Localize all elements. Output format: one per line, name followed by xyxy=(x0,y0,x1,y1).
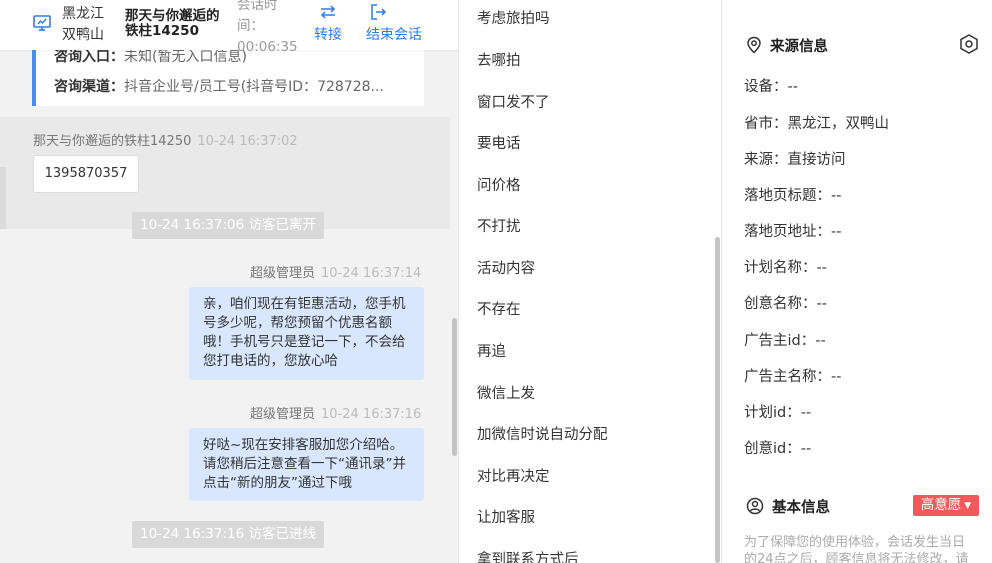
agent-message-header: 超级管理员 10-24 16:37:16 xyxy=(250,403,421,422)
quick-reply-item[interactable]: 窗口发不了 xyxy=(477,93,550,113)
field-label: 创意名称： xyxy=(744,296,817,312)
field-value: -- xyxy=(816,260,827,276)
transfer-button[interactable]: 转接 xyxy=(309,2,347,46)
duration-label: 会话时间： xyxy=(237,0,278,34)
visitor-message-time: 10-24 16:37:02 xyxy=(197,134,298,149)
source-field-plan-name: 计划名称：-- xyxy=(744,258,827,278)
duration-value: 00:06:35 xyxy=(237,39,298,55)
end-session-label: 结束会话 xyxy=(366,27,422,43)
quick-reply-item[interactable]: 再追 xyxy=(477,342,506,362)
field-label: 计划id： xyxy=(744,405,801,421)
chat-pane: 黑龙江 双鸭山 那天与你邂逅的铁柱14250 会话时间： 00:06:35 转接… xyxy=(0,0,458,563)
intent-tag-label: 高意愿 xyxy=(920,497,962,513)
consult-entry-label: 咨询入口： xyxy=(54,49,124,65)
quick-reply-item[interactable]: 让加客服 xyxy=(477,508,535,528)
location-province: 黑龙江 xyxy=(62,6,104,22)
transfer-icon xyxy=(309,2,347,24)
source-field-advertiser-id: 广告主id：-- xyxy=(744,331,826,351)
source-info-title: 来源信息 xyxy=(746,35,828,58)
eye-icon[interactable] xyxy=(958,33,980,55)
field-value: -- xyxy=(831,369,842,385)
quick-reply-item[interactable]: 不存在 xyxy=(477,300,521,320)
intent-level-dropdown[interactable]: 高意愿 ▼ xyxy=(913,495,979,516)
quick-reply-item[interactable]: 对比再决定 xyxy=(477,467,550,487)
quick-reply-item[interactable]: 问价格 xyxy=(477,176,521,196)
field-value: -- xyxy=(831,224,842,240)
visitor-name: 那天与你邂逅的铁柱14250 xyxy=(125,8,220,39)
source-field-creative-id: 创意id：-- xyxy=(744,439,811,459)
chat-scrollbar[interactable] xyxy=(452,318,457,456)
agent-message-time: 10-24 16:37:14 xyxy=(321,266,422,281)
chat-workspace: 黑龙江 双鸭山 那天与你邂逅的铁柱14250 会话时间： 00:06:35 转接… xyxy=(0,0,992,563)
quick-reply-item[interactable]: 活动内容 xyxy=(477,259,535,279)
agent-message-bubble: 好哒~现在安排客服加您介绍哈。请您稍后注意查看一下“通讯录”并点击“新的朋友”通… xyxy=(189,428,424,501)
consult-entry-value: 未知(暂无入口信息) xyxy=(124,49,247,65)
transfer-label: 转接 xyxy=(314,27,342,43)
agent-message-bubble: 亲，咱们现在有钜惠活动，您手机号多少呢，帮您预留个优惠名额哦！手机号只是登记一下… xyxy=(189,287,424,380)
system-notice-joined: 10-24 16:37:16 访客已进线 xyxy=(132,521,324,548)
quick-reply-item[interactable]: 不打扰 xyxy=(477,217,521,237)
session-duration: 会话时间： 00:06:35 xyxy=(237,0,303,58)
quick-reply-item[interactable]: 加微信时说自动分配 xyxy=(477,425,608,445)
visitor-info-panel: 来源信息 设备：-- 省市：黑龙江，双鸭山 来源：直接访问 落地页标题：-- 落… xyxy=(722,0,992,563)
quick-reply-item[interactable]: 去哪拍 xyxy=(477,51,521,71)
source-field-source: 来源：直接访问 xyxy=(744,150,846,170)
field-value: -- xyxy=(831,188,842,204)
field-label: 广告主id： xyxy=(744,333,816,349)
quick-reply-item[interactable]: 要电话 xyxy=(477,134,521,154)
field-value: -- xyxy=(815,333,826,349)
field-label: 来源： xyxy=(744,152,788,168)
agent-message-time: 10-24 16:37:16 xyxy=(321,407,422,422)
agent-message-header: 超级管理员 10-24 16:37:14 xyxy=(250,262,421,281)
source-info-label: 来源信息 xyxy=(770,39,828,55)
field-label: 设备： xyxy=(744,79,788,95)
source-field-device: 设备：-- xyxy=(744,77,798,97)
field-label: 广告主名称： xyxy=(744,369,831,385)
source-field-advertiser-name: 广告主名称：-- xyxy=(744,367,841,387)
end-session-button[interactable]: 结束会话 xyxy=(366,2,434,46)
field-value: -- xyxy=(816,296,827,312)
agent-sender-name: 超级管理员 xyxy=(250,407,316,422)
field-label: 落地页地址： xyxy=(744,224,831,240)
source-field-region: 省市：黑龙江，双鸭山 xyxy=(744,114,889,134)
quick-reply-item[interactable]: 考虑旅拍吗 xyxy=(477,9,550,29)
field-value: 黑龙江，双鸭山 xyxy=(787,116,890,132)
basic-info-notice: 为了保障您的使用体验，会话发生当日的24点之后，顾客信息将无法修改，请 xyxy=(744,535,969,563)
consult-channel-value: 抖音企业号/员工号(抖音号ID：728728... xyxy=(124,79,384,95)
consult-channel-label: 咨询渠道： xyxy=(54,79,124,95)
visitor-sender-name: 那天与你邂逅的铁柱14250 xyxy=(33,134,192,149)
field-label: 计划名称： xyxy=(744,260,817,276)
agent-sender-name: 超级管理员 xyxy=(250,266,316,281)
basic-info-label: 基本信息 xyxy=(772,500,830,516)
source-field-plan-id: 计划id：-- xyxy=(744,403,811,423)
field-value: -- xyxy=(800,405,812,421)
user-circle-icon xyxy=(746,497,764,519)
field-value: 直接访问 xyxy=(787,152,846,168)
system-notice-left: 10-24 16:37:06 访客已离开 xyxy=(132,212,324,239)
field-label: 省市： xyxy=(744,116,788,132)
visitor-location: 黑龙江 双鸭山 xyxy=(62,4,104,46)
visitor-message-bubble: 1395870357 xyxy=(33,155,139,193)
quick-reply-scrollbar[interactable] xyxy=(715,237,720,563)
basic-info-title: 基本信息 xyxy=(746,496,830,519)
source-field-landing-title: 落地页标题：-- xyxy=(744,186,841,206)
monitor-icon xyxy=(32,13,52,33)
source-field-landing-url: 落地页地址：-- xyxy=(744,222,841,242)
exit-icon xyxy=(368,2,434,24)
caret-down-icon: ▼ xyxy=(964,501,972,511)
quick-reply-item[interactable]: 微信上发 xyxy=(477,384,535,404)
field-value: -- xyxy=(800,441,812,457)
location-pin-icon xyxy=(746,36,762,58)
quick-reply-panel: 考虑旅拍吗 去哪拍 窗口发不了 要电话 问价格 不打扰 活动内容 不存在 再追 … xyxy=(458,0,722,563)
chat-header: 黑龙江 双鸭山 那天与你邂逅的铁柱14250 会话时间： 00:06:35 转接… xyxy=(0,0,458,55)
quick-reply-item[interactable]: 拿到联系方式后 xyxy=(477,550,579,563)
field-value: -- xyxy=(787,79,798,95)
left-edge-strip xyxy=(0,167,6,229)
field-label: 落地页标题： xyxy=(744,188,831,204)
source-field-creative-name: 创意名称：-- xyxy=(744,294,827,314)
consult-channel: 咨询渠道：抖音企业号/员工号(抖音号ID：728728... xyxy=(54,76,384,96)
visitor-message-header: 那天与你邂逅的铁柱14250 10-24 16:37:02 xyxy=(33,130,298,149)
location-city: 双鸭山 xyxy=(62,27,104,43)
field-label: 创意id： xyxy=(744,441,801,457)
